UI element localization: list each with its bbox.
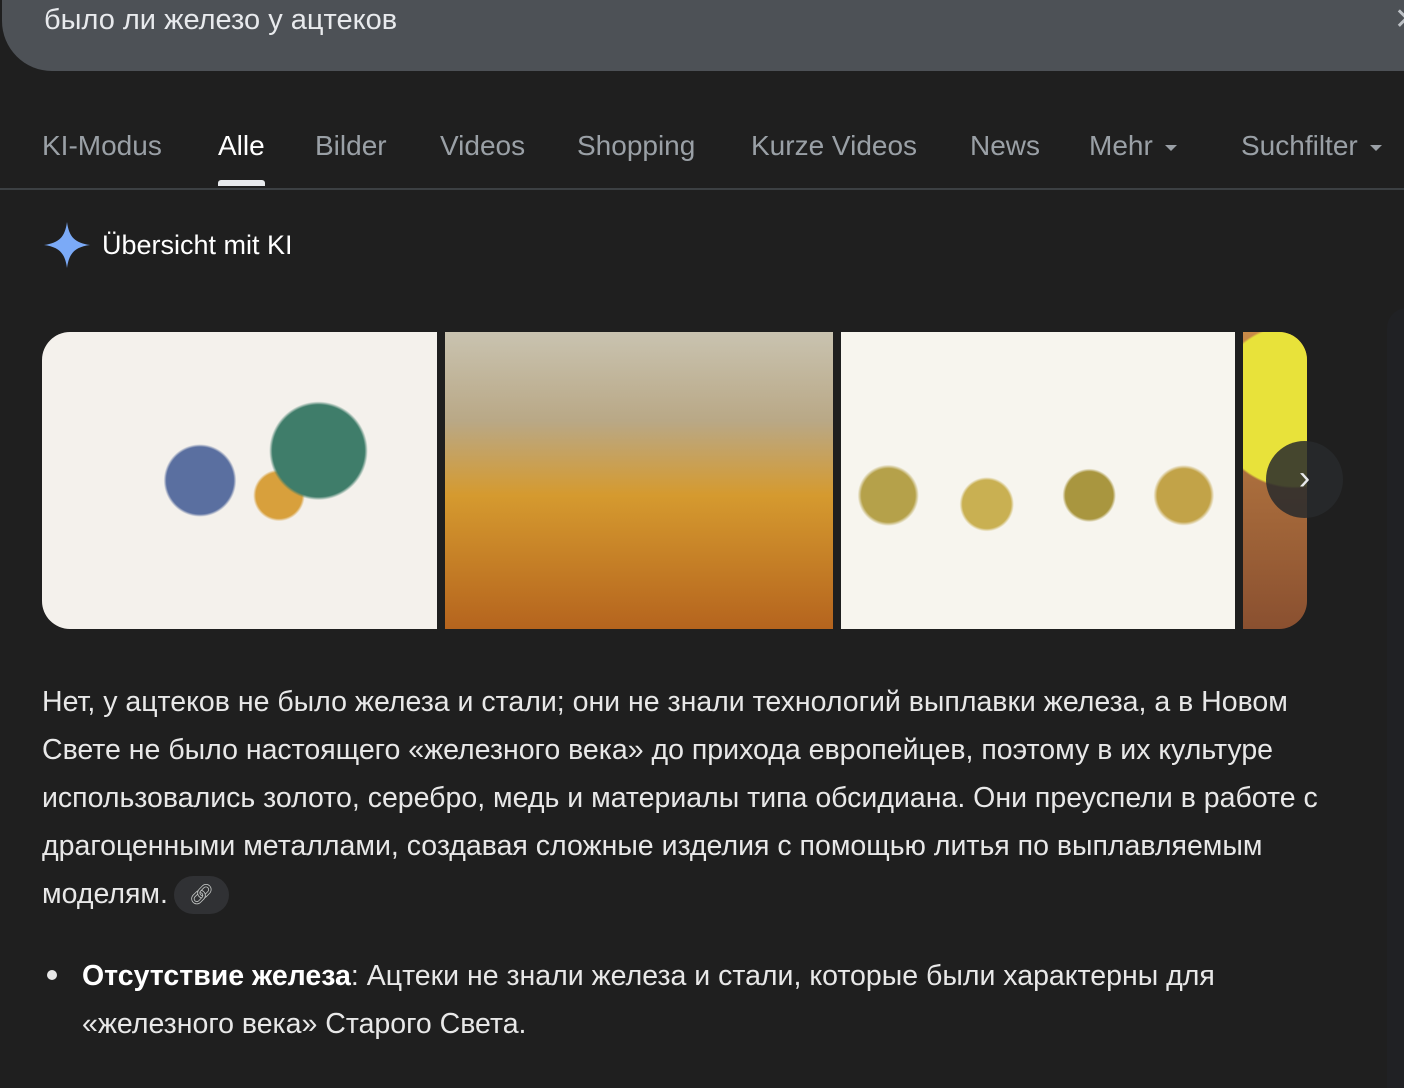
ai-overview-paragraph: Нет, у ацтеков не было железа и стали; о… (42, 686, 1318, 910)
tab-bilder[interactable]: Bilder (315, 130, 387, 162)
caret-down-icon (1164, 144, 1177, 151)
ai-overview-title: Übersicht mit KI (102, 229, 293, 260)
side-panel (1387, 308, 1404, 1088)
carousel-next-button[interactable]: › (1266, 441, 1343, 518)
tab-kurze-videos[interactable]: Kurze Videos (751, 130, 917, 162)
image-carousel (42, 332, 1307, 629)
tab-mehr-label: Mehr (1089, 130, 1153, 161)
list-item: Отсутствие железа: Ацтеки не знали желез… (82, 952, 1312, 1048)
tab-mehr[interactable]: Mehr (1089, 130, 1177, 162)
clear-icon[interactable]: ✕ (1394, 2, 1404, 37)
source-link-button[interactable]: 🔗︎ (173, 876, 229, 915)
sparkle-icon (44, 222, 90, 268)
search-input[interactable]: было ли железо у ацтеков (44, 4, 397, 37)
tab-shopping[interactable]: Shopping (577, 130, 695, 162)
bullet-title: Отсутствие железа (82, 960, 351, 992)
search-box[interactable]: было ли железо у ацтеков ✕ (2, 0, 1404, 71)
ai-overview-text: Нет, у ацтеков не было железа и стали; о… (42, 678, 1322, 918)
tab-videos[interactable]: Videos (440, 130, 525, 162)
link-icon: 🔗︎ (188, 884, 215, 907)
image-aztec-warriors-2[interactable] (445, 332, 833, 629)
tab-ki-modus[interactable]: KI-Modus (42, 130, 162, 162)
tab-news[interactable]: News (970, 130, 1040, 162)
suchfilter-label: Suchfilter (1241, 130, 1358, 161)
bullet-dot (47, 970, 57, 980)
image-aztec-codex[interactable] (841, 332, 1235, 629)
ai-overview-header: Übersicht mit KI (44, 222, 293, 268)
suchfilter-button[interactable]: Suchfilter (1241, 130, 1382, 162)
search-tabs: KI-Modus Alle Bilder Videos Shopping Kur… (0, 128, 1404, 190)
tab-alle[interactable]: Alle (218, 130, 265, 186)
image-aztec-warriors-1[interactable] (42, 332, 437, 629)
caret-down-icon (1369, 144, 1382, 151)
